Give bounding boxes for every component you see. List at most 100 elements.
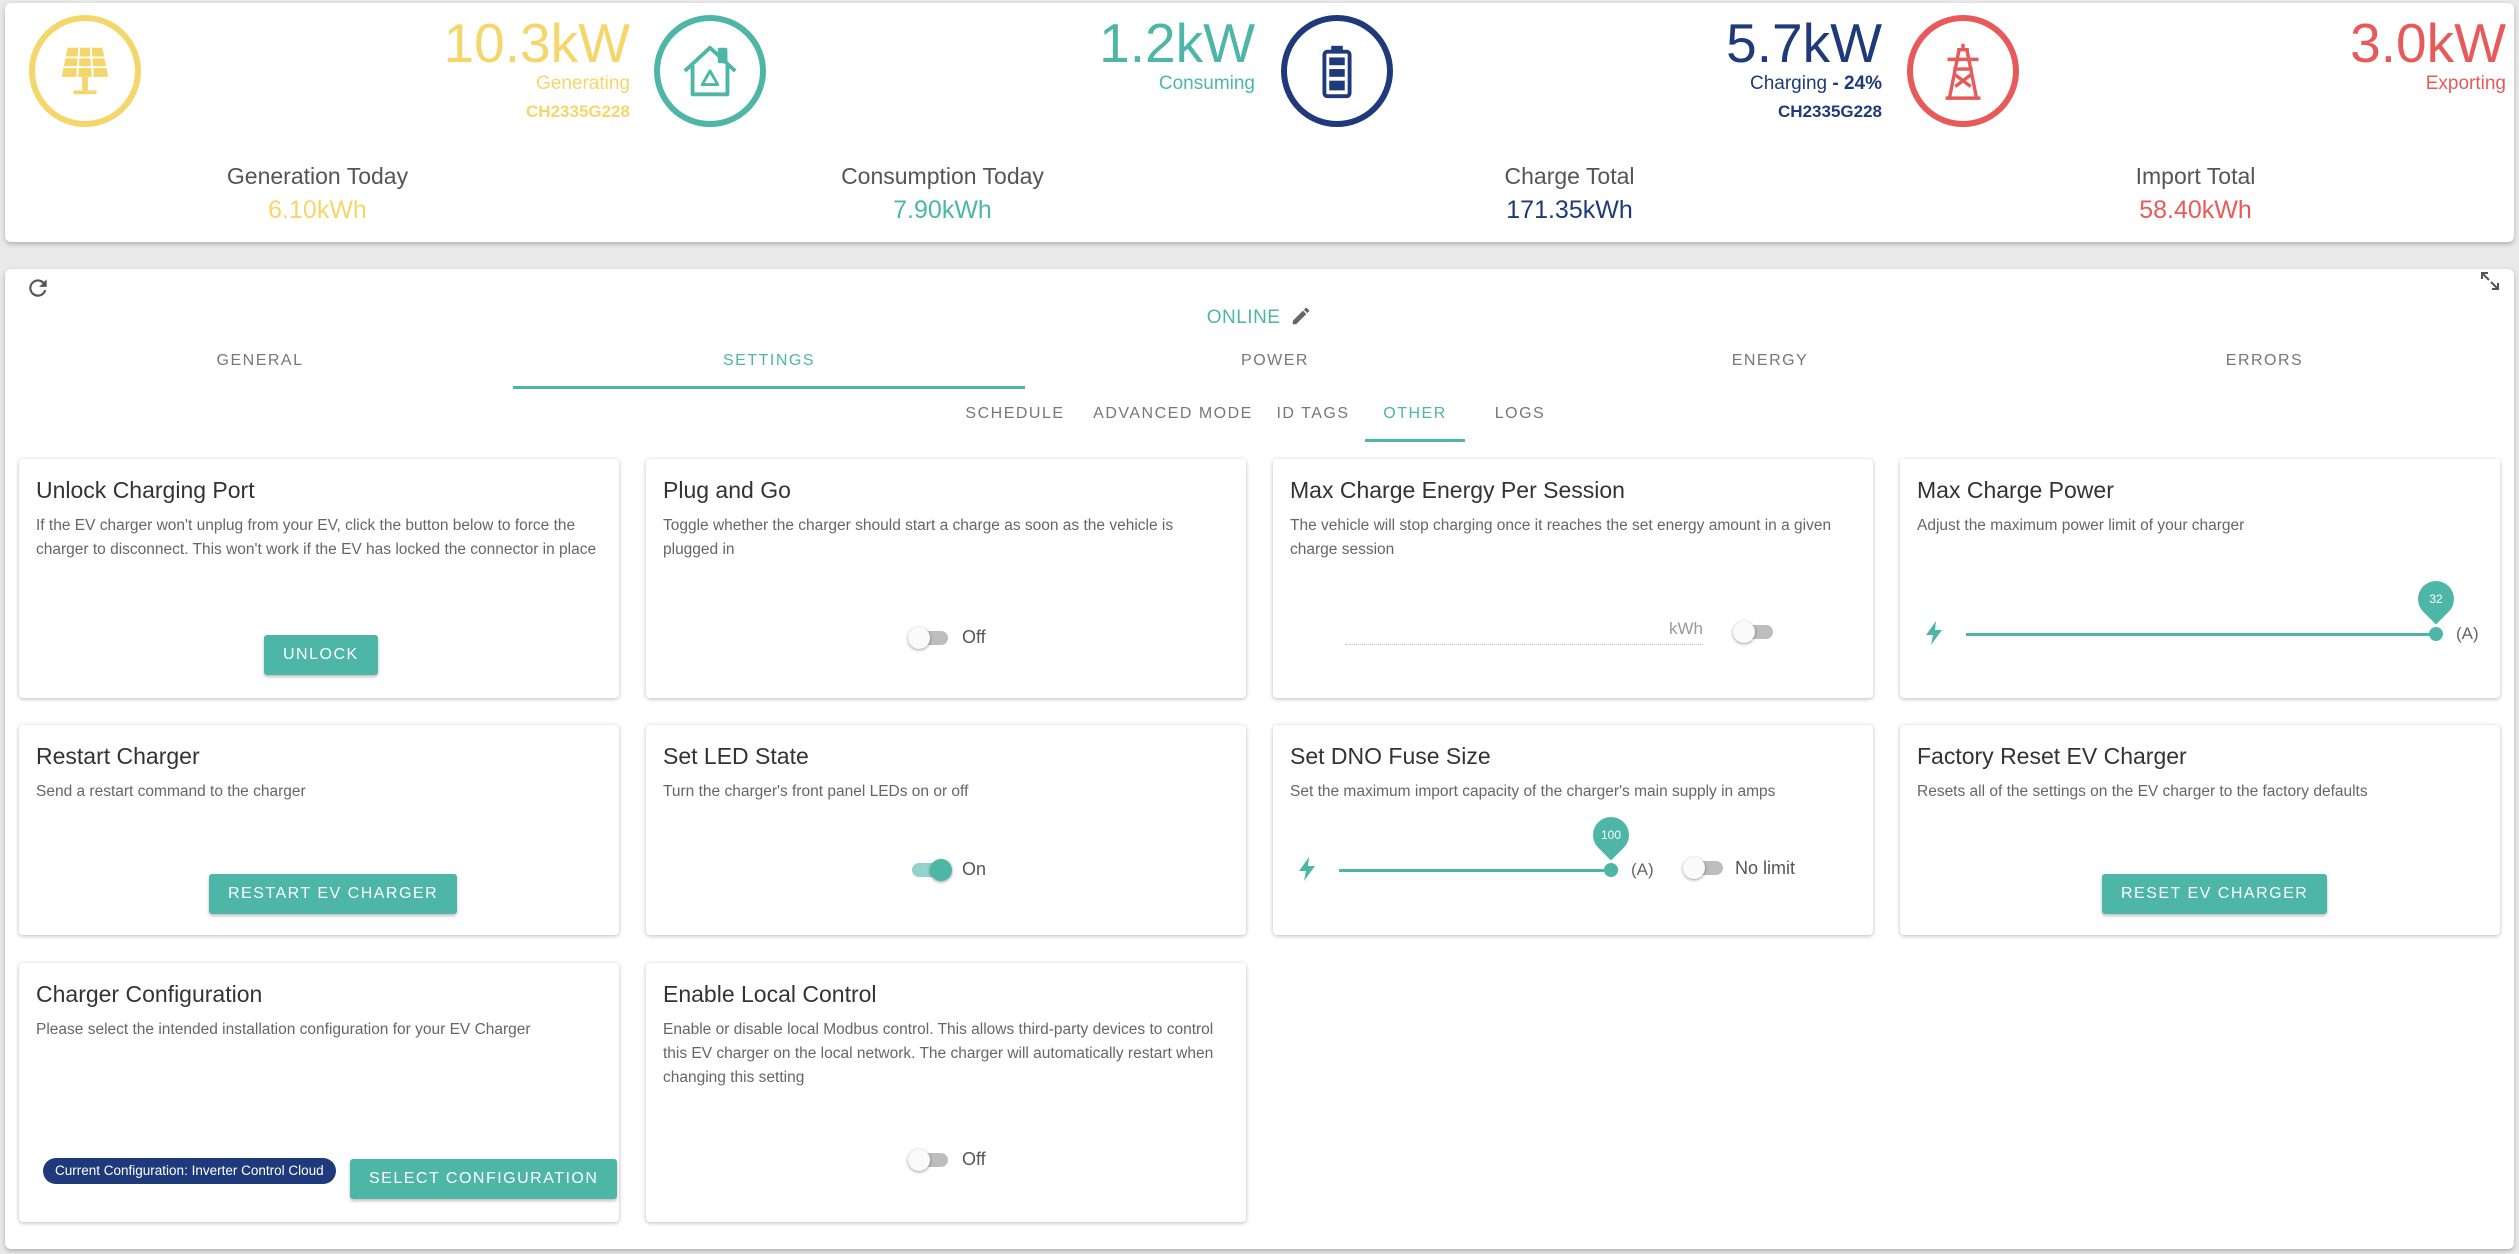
local-control-toggle[interactable] (908, 1147, 952, 1173)
import-total-label: Import Total (2135, 163, 2256, 189)
restart-card: Restart Charger Send a restart command t… (19, 725, 619, 935)
led-desc: Turn the charger's front panel LEDs on o… (663, 783, 969, 800)
local-control-toggle-label: Off (962, 1149, 986, 1169)
tab-settings[interactable]: SETTINGS (513, 341, 1025, 389)
expand-icon[interactable] (2478, 269, 2502, 293)
dno-desc: Set the maximum import capacity of the c… (1290, 783, 1776, 800)
max-power-slider-handle[interactable] (2429, 627, 2443, 641)
plug-and-go-toggle[interactable] (908, 625, 952, 651)
led-card: Set LED State Turn the charger's front p… (646, 725, 1246, 935)
max-energy-desc: The vehicle will stop charging once it r… (1290, 517, 1832, 558)
tab-general[interactable]: GENERAL (5, 341, 515, 389)
factory-reset-title: Factory Reset EV Charger (1917, 743, 2187, 769)
dno-value: 100 (1600, 828, 1622, 842)
max-power-value: 32 (2429, 592, 2443, 606)
export-label: Exporting (2425, 73, 2506, 94)
dno-unit: (A) (1631, 860, 1654, 879)
charging-percent: 24% (1843, 73, 1882, 94)
consumption-stat: 1.2kW Consuming Consumption Today 7.90kW… (630, 3, 1255, 242)
unlock-desc: If the EV charger won't unplug from your… (36, 517, 597, 558)
restart-title: Restart Charger (36, 743, 200, 769)
dno-toggle-label: No limit (1735, 858, 1796, 878)
generation-today-label: Generation Today (226, 163, 409, 189)
plug-and-go-toggle-label: Off (962, 627, 986, 647)
charging-serial: CH2335G228 (1778, 102, 1882, 121)
dno-card: Set DNO Fuse Size Set the maximum import… (1273, 725, 1873, 935)
dno-no-limit-toggle[interactable] (1683, 855, 1727, 881)
refresh-icon[interactable] (25, 275, 51, 301)
charge-total-label: Charge Total (1504, 163, 1635, 189)
import-total-value: 58.40kWh (2139, 196, 2252, 224)
subtab-advanced-mode[interactable]: ADVANCED MODE (1092, 394, 1254, 442)
restart-desc: Send a restart command to the charger (36, 783, 306, 800)
plug-and-go-desc: Toggle whether the charger should start … (663, 517, 1174, 558)
generation-today-value: 6.10kWh (268, 196, 367, 224)
restart-button[interactable]: RESTART EV CHARGER (209, 874, 458, 914)
dno-slider-track[interactable] (1339, 869, 1611, 872)
tab-power[interactable]: POWER (1025, 341, 1525, 389)
tab-energy[interactable]: ENERGY (1525, 341, 2015, 389)
unlock-title: Unlock Charging Port (36, 477, 255, 503)
power-summary-card: 10.3kW Generating CH2335G228 Generation … (5, 3, 2514, 242)
plug-and-go-title: Plug and Go (663, 477, 791, 503)
subtab-id-tags[interactable]: ID TAGS (1273, 394, 1353, 442)
dno-title: Set DNO Fuse Size (1290, 743, 1491, 769)
max-power-slider-track[interactable] (1966, 633, 2436, 636)
export-stat: 3.0kW Exporting Import Total 58.40kWh (1883, 3, 2508, 242)
led-toggle[interactable] (908, 857, 952, 883)
factory-reset-card: Factory Reset EV Charger Resets all of t… (1900, 725, 2500, 935)
generation-label: Generating (535, 73, 630, 94)
local-control-desc: Enable or disable local Modbus control. … (663, 1021, 1214, 1086)
config-title: Charger Configuration (36, 981, 263, 1007)
export-value: 3.0kW (2350, 12, 2506, 74)
max-energy-unit: kWh (1669, 619, 1703, 638)
charging-value: 5.7kW (1726, 12, 1882, 74)
subtab-logs[interactable]: LOGS (1485, 394, 1555, 442)
led-toggle-label: On (962, 859, 987, 879)
charging-separator: - (1827, 73, 1844, 94)
max-energy-toggle[interactable] (1733, 619, 1777, 645)
dno-slider-handle[interactable] (1604, 863, 1618, 877)
dno-slider-value-tip: 100 (1585, 809, 1637, 861)
generation-stat: 10.3kW Generating CH2335G228 Generation … (5, 3, 630, 242)
max-power-desc: Adjust the maximum power limit of your c… (1917, 517, 2245, 534)
consumption-today-value: 7.90kWh (893, 196, 992, 224)
factory-reset-button[interactable]: RESET EV CHARGER (2102, 874, 2328, 914)
charge-total-value: 171.35kWh (1506, 196, 1633, 224)
battery-icon (1281, 15, 1393, 127)
bolt-icon (1299, 857, 1315, 881)
config-desc: Please select the intended installation … (36, 1021, 531, 1038)
charging-stat: 5.7kW Charging - 24% CH2335G228 Charge T… (1257, 3, 1882, 242)
charger-panel: ONLINE GENERAL SETTINGS POWER ENERGY ERR… (5, 269, 2514, 1249)
factory-reset-desc: Resets all of the settings on the EV cha… (1917, 783, 2368, 800)
select-config-button[interactable]: SELECT CONFIGURATION (350, 1159, 618, 1199)
max-energy-title: Max Charge Energy Per Session (1290, 477, 1625, 503)
bolt-icon (1926, 621, 1942, 645)
status-text: ONLINE (1206, 307, 1281, 328)
unlock-button[interactable]: UNLOCK (264, 635, 378, 675)
charging-label: Charging (1749, 73, 1828, 94)
subtab-schedule[interactable]: SCHEDULE (965, 394, 1065, 442)
solar-panel-icon (29, 15, 141, 127)
charging-label-line: Charging - 24% (1750, 73, 1882, 95)
tab-errors[interactable]: ERRORS (2015, 341, 2514, 389)
generation-serial: CH2335G228 (526, 102, 630, 121)
consumption-today-label: Consumption Today (841, 163, 1044, 189)
settings-subtabs: SCHEDULE ADVANCED MODE ID TAGS OTHER LOG… (5, 394, 2514, 444)
current-config-chip: Current Configuration: Inverter Control … (43, 1158, 336, 1184)
max-power-slider-value-tip: 32 (2410, 573, 2462, 625)
main-tabs: GENERAL SETTINGS POWER ENERGY ERRORS (5, 341, 2514, 389)
plug-and-go-card: Plug and Go Toggle whether the charger s… (646, 459, 1246, 698)
pylon-icon (1907, 15, 2019, 127)
max-power-unit: (A) (2456, 624, 2479, 643)
generation-value: 10.3kW (443, 12, 630, 74)
local-control-card: Enable Local Control Enable or disable l… (646, 963, 1246, 1222)
local-control-title: Enable Local Control (663, 981, 877, 1007)
max-energy-input[interactable]: kWh (1345, 617, 1703, 645)
max-power-card: Max Charge Power Adjust the maximum powe… (1900, 459, 2500, 698)
led-title: Set LED State (663, 743, 809, 769)
house-recycle-icon (654, 15, 766, 127)
consumption-label: Consuming (1158, 73, 1255, 94)
edit-pencil-icon[interactable] (1290, 305, 1312, 327)
subtab-other[interactable]: OTHER (1365, 394, 1465, 442)
